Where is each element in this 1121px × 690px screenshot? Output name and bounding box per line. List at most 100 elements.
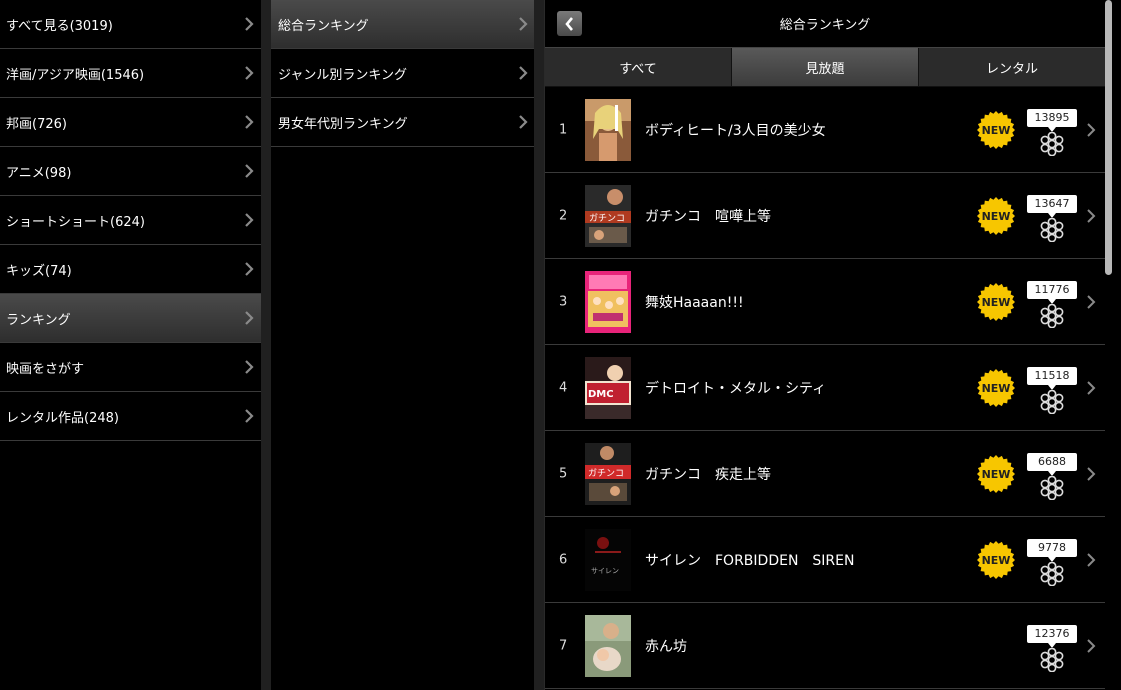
chevron-right-icon xyxy=(243,114,255,130)
ranking-row[interactable]: 6 サイレン サイレン FORBIDDEN SIREN NEW 9778 xyxy=(545,517,1105,603)
rank-number: 3 xyxy=(559,294,568,309)
ranking-row[interactable]: 3 舞妓Haaaan!!! NEW 11776 xyxy=(545,259,1105,345)
rank-number: 1 xyxy=(559,122,568,137)
new-badge-text: NEW xyxy=(982,554,1011,567)
submenu-item-label: 総合ランキング xyxy=(278,18,369,34)
ranking-tabs: すべて 見放題 レンタル xyxy=(545,48,1105,87)
column-divider xyxy=(534,0,544,690)
rank-number: 6 xyxy=(559,552,568,567)
nav-item-label: キッズ(74) xyxy=(6,263,72,279)
new-badge: NEW xyxy=(977,454,1015,493)
ranking-row[interactable]: 5 ガチンコ ガチンコ 疾走上等 NEW 6688 xyxy=(545,431,1105,517)
svg-text:サイレン: サイレン xyxy=(591,567,619,575)
nav-item-western-asian[interactable]: 洋画/アジア映画(1546) xyxy=(0,49,261,98)
chevron-right-icon xyxy=(1086,466,1096,481)
new-badge: NEW xyxy=(977,368,1015,407)
view-count: 9778 xyxy=(1027,539,1077,562)
new-badge-text: NEW xyxy=(982,296,1011,309)
ranking-row[interactable]: 2 ガチンコ ガチンコ 喧嘩上等 NEW 13647 xyxy=(545,173,1105,259)
nav-item-label: 映画をさがす xyxy=(6,361,85,377)
poster-thumbnail[interactable]: サイレン xyxy=(585,529,631,591)
view-count: 13895 xyxy=(1027,109,1077,132)
nav-item-label: レンタル作品(248) xyxy=(6,410,119,426)
chevron-right-icon xyxy=(517,114,529,130)
nav-item-label: 洋画/アジア映画(1546) xyxy=(6,67,145,83)
rank-number: 5 xyxy=(559,466,568,481)
flower-icon[interactable] xyxy=(1038,132,1066,156)
poster-thumbnail[interactable]: ガチンコ xyxy=(585,185,631,247)
new-badge-text: NEW xyxy=(982,124,1011,137)
nav-item-short-short[interactable]: ショートショート(624) xyxy=(0,196,261,245)
movie-title: デトロイト・メタル・シティ xyxy=(645,380,827,397)
nav-item-anime[interactable]: アニメ(98) xyxy=(0,147,261,196)
chevron-right-icon xyxy=(1086,638,1096,653)
new-badge: NEW xyxy=(977,282,1015,321)
poster-thumbnail[interactable]: ガチンコ xyxy=(585,443,631,505)
movie-title: ガチンコ 疾走上等 xyxy=(645,466,771,483)
flower-icon[interactable] xyxy=(1038,218,1066,242)
new-badge: NEW xyxy=(977,110,1015,149)
submenu-item-label: ジャンル別ランキング xyxy=(278,67,407,83)
poster-thumbnail[interactable] xyxy=(585,271,631,333)
ranking-row[interactable]: 4 DMC デトロイト・メタル・シティ NEW 11518 xyxy=(545,345,1105,431)
chevron-right-icon xyxy=(243,261,255,277)
nav-item-ranking[interactable]: ランキング xyxy=(0,294,261,343)
poster-thumbnail[interactable] xyxy=(585,99,631,161)
main-nav: すべて見る(3019) 洋画/アジア映画(1546) 邦画(726) アニメ(9… xyxy=(0,0,261,690)
scrollbar-thumb[interactable] xyxy=(1105,0,1112,275)
ranking-row[interactable]: 1 ボディヒート/3人目の美少女 NEW 13895 xyxy=(545,87,1105,173)
view-count: 12376 xyxy=(1027,625,1077,648)
svg-text:ガチンコ: ガチンコ xyxy=(588,468,624,479)
new-badge: NEW xyxy=(977,196,1015,235)
chevron-right-icon xyxy=(517,65,529,81)
flower-icon[interactable] xyxy=(1038,562,1066,586)
view-count: 11776 xyxy=(1027,281,1077,304)
ranking-list: 1 ボディヒート/3人目の美少女 NEW 13895 2 ガチンコ ガチンコ 喧嘩上等 NEW… xyxy=(545,87,1105,689)
flower-icon[interactable] xyxy=(1038,648,1066,672)
nav-item-label: すべて見る(3019) xyxy=(6,18,113,34)
submenu-item-demographic-ranking[interactable]: 男女年代別ランキング xyxy=(271,98,534,147)
tab-rental[interactable]: レンタル xyxy=(919,48,1105,86)
tab-unlimited[interactable]: 見放題 xyxy=(732,48,919,86)
new-badge: NEW xyxy=(977,540,1015,579)
chevron-right-icon xyxy=(1086,380,1096,395)
nav-item-rental[interactable]: レンタル作品(248) xyxy=(0,392,261,441)
chevron-right-icon xyxy=(243,163,255,179)
view-count: 11518 xyxy=(1027,367,1077,390)
poster-thumbnail[interactable]: DMC xyxy=(585,357,631,419)
movie-title: ガチンコ 喧嘩上等 xyxy=(645,208,771,225)
chevron-right-icon xyxy=(243,408,255,424)
nav-item-all[interactable]: すべて見る(3019) xyxy=(0,0,261,49)
ranking-row[interactable]: 7 赤ん坊 12376 xyxy=(545,603,1105,689)
chevron-right-icon xyxy=(517,16,529,32)
submenu-item-overall-ranking[interactable]: 総合ランキング xyxy=(271,0,534,49)
chevron-right-icon xyxy=(1086,552,1096,567)
svg-text:DMC: DMC xyxy=(588,389,614,400)
flower-icon[interactable] xyxy=(1038,304,1066,328)
page-title: 総合ランキング xyxy=(779,18,871,33)
tab-all[interactable]: すべて xyxy=(545,48,732,86)
nav-item-kids[interactable]: キッズ(74) xyxy=(0,245,261,294)
movie-title: ボディヒート/3人目の美少女 xyxy=(645,122,826,139)
back-button[interactable] xyxy=(557,11,582,36)
flower-icon[interactable] xyxy=(1038,476,1066,500)
submenu-item-genre-ranking[interactable]: ジャンル別ランキング xyxy=(271,49,534,98)
rank-number: 7 xyxy=(559,638,568,653)
flower-icon[interactable] xyxy=(1038,390,1066,414)
new-badge-text: NEW xyxy=(982,382,1011,395)
chevron-left-icon xyxy=(564,16,573,31)
chevron-right-icon xyxy=(243,65,255,81)
panel-header: 総合ランキング xyxy=(545,0,1105,48)
nav-item-label: ショートショート(624) xyxy=(6,214,145,230)
movie-title: 舞妓Haaaan!!! xyxy=(645,294,744,311)
chevron-right-icon xyxy=(1086,208,1096,223)
chevron-right-icon xyxy=(243,212,255,228)
chevron-right-icon xyxy=(243,359,255,375)
movie-title: 赤ん坊 xyxy=(645,638,687,655)
nav-item-search-movies[interactable]: 映画をさがす xyxy=(0,343,261,392)
ranking-panel: 総合ランキング すべて 見放題 レンタル 1 ボディヒート/3人目の美少女 NEW 1… xyxy=(544,0,1105,690)
nav-item-japanese[interactable]: 邦画(726) xyxy=(0,98,261,147)
svg-text:ガチンコ: ガチンコ xyxy=(589,213,625,224)
chevron-right-icon xyxy=(1086,294,1096,309)
poster-thumbnail[interactable] xyxy=(585,615,631,677)
